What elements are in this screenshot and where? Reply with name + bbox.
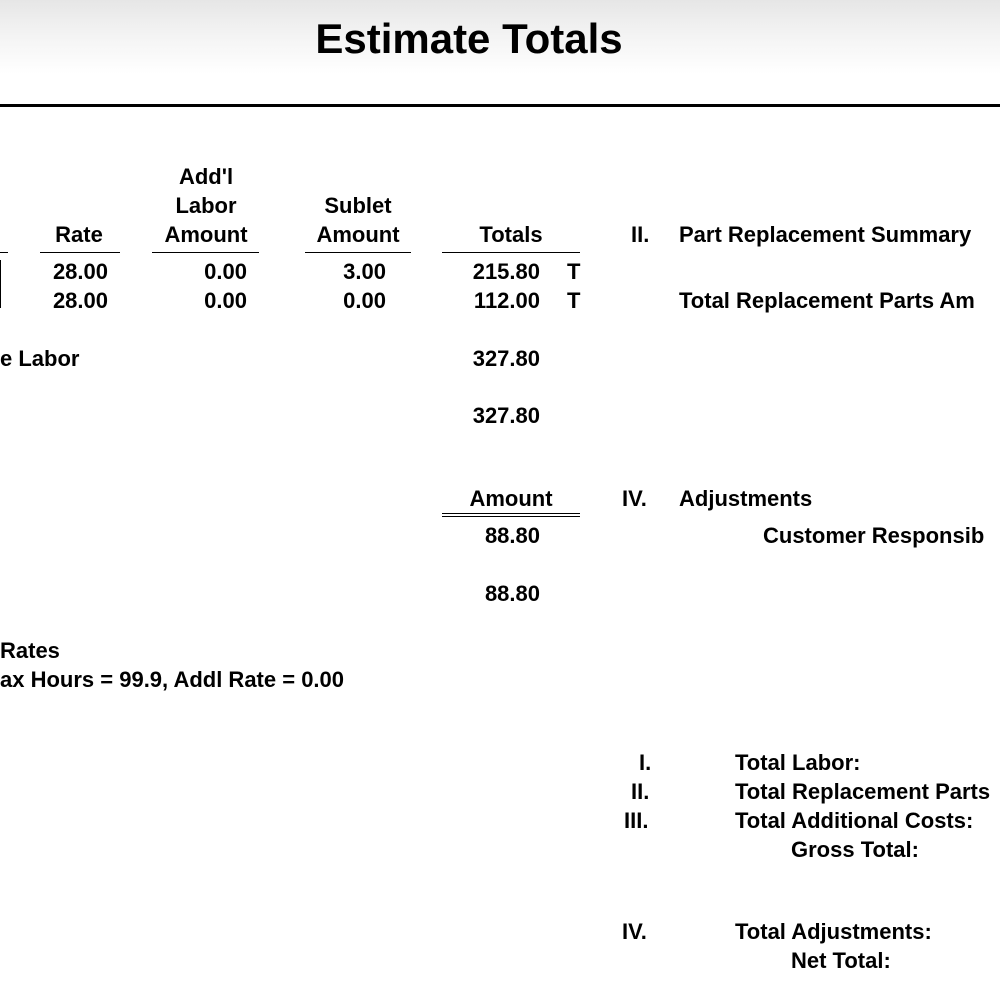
table-left-edge: [0, 260, 1, 308]
addl-labor-header-line3: Amount: [164, 222, 248, 247]
rates-detail: ax Hours = 99.9, Addl Rate = 0.00: [0, 667, 345, 692]
table-cell: 0.00: [204, 259, 247, 284]
totals-column-header: Totals: [479, 222, 543, 247]
table-cell: 0.00: [204, 288, 247, 313]
addl-labor-header-line2: Labor: [175, 193, 237, 218]
table-cell: 3.00: [343, 259, 386, 284]
table-cell: 28.00: [52, 259, 108, 284]
page-title: Estimate Totals: [315, 15, 623, 62]
summary-numeral: II.: [631, 779, 650, 804]
summary-numeral: IV.: [622, 919, 647, 944]
sublet-header-underline: [305, 252, 411, 253]
header-divider: [0, 104, 1000, 107]
labor-subtotal-value: 327.80: [472, 346, 540, 371]
adjustments-section-heading: Adjustments: [679, 486, 813, 511]
parts-total-label: Total Replacement Parts Am: [679, 288, 975, 313]
additional-cost-total: 88.80: [484, 581, 540, 606]
summary-label: Total Replacement Parts: [735, 779, 991, 804]
table-cell: 112.00: [473, 288, 540, 313]
table-cell: 28.00: [52, 288, 108, 313]
rate-header-underline: [40, 252, 120, 253]
taxable-flag: T: [567, 259, 581, 284]
table-cell: 215.80: [472, 259, 540, 284]
gross-total-label: Gross Total:: [791, 837, 919, 862]
additional-cost-value: 88.80: [484, 523, 540, 548]
summary-numeral: I.: [639, 750, 652, 775]
amount-column-header: Amount: [469, 486, 553, 511]
summary-label: Total Labor:: [735, 750, 861, 775]
rate-column-header: Rate: [55, 222, 103, 247]
header-underline-left: [0, 252, 8, 253]
sublet-header-line1: Sublet: [324, 193, 392, 218]
addl-labor-header-line1: Add'l: [178, 164, 234, 189]
summary-numeral: III.: [624, 808, 649, 833]
parts-section-numeral: II.: [631, 222, 650, 247]
labor-total-value: 327.80: [472, 403, 540, 428]
rates-heading: Rates: [0, 638, 60, 663]
table-cell: 0.00: [343, 288, 386, 313]
customer-responsibility-label: Customer Responsib: [763, 523, 985, 548]
summary-label: Total Additional Costs:: [735, 808, 974, 833]
addl-header-underline: [152, 252, 259, 253]
totals-header-underline: [442, 252, 580, 253]
parts-section-heading: Part Replacement Summary: [679, 222, 972, 247]
total-adjustments-label: Total Adjustments:: [735, 919, 932, 944]
labor-subtotal-label: e Labor: [0, 346, 80, 371]
taxable-flag: T: [567, 288, 581, 313]
amount-header-double-underline: [442, 513, 580, 517]
net-total-label: Net Total:: [791, 948, 891, 973]
sublet-header-line2: Amount: [316, 222, 400, 247]
adjustments-section-numeral: IV.: [622, 486, 647, 511]
